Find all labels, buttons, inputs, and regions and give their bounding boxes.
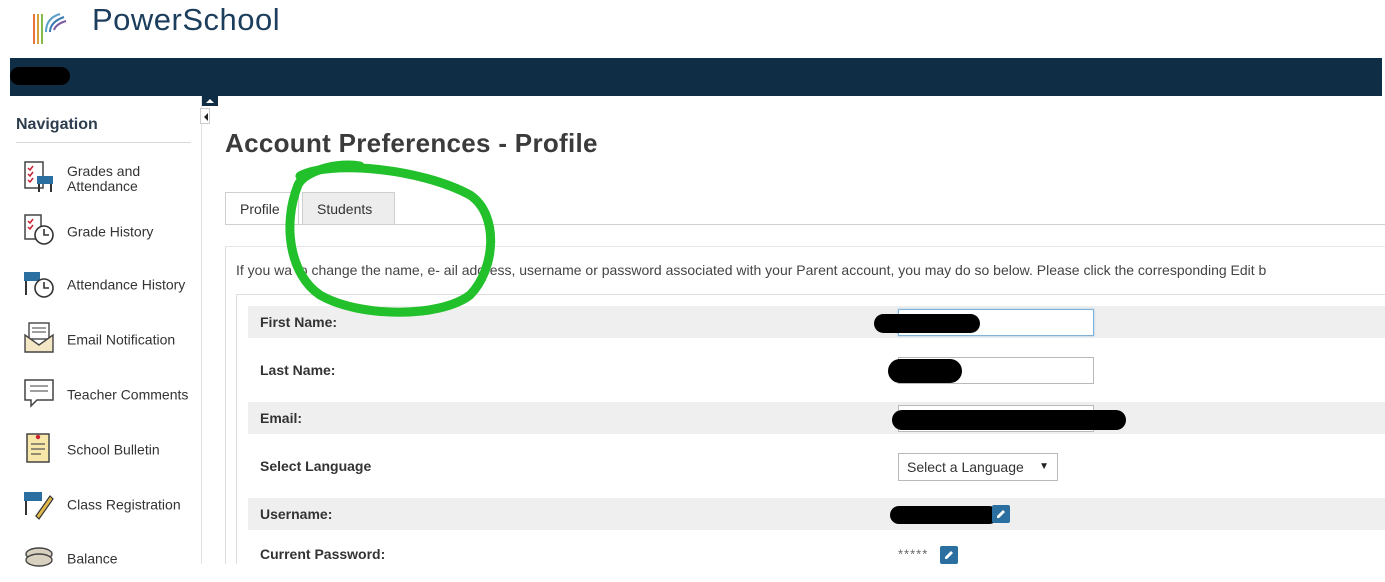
email-label: Email: (260, 410, 303, 426)
sidebar-item-label: Balance (67, 550, 118, 567)
school-bulletin-icon (26, 433, 50, 463)
pencil-icon (997, 510, 1005, 518)
redaction-mark (874, 314, 980, 333)
sidebar-title: Navigation (16, 116, 98, 133)
current-password-row: Current Password: ***** (248, 538, 1385, 570)
sidebar: Navigation Grades and Attendance Grade H… (10, 96, 202, 567)
top-bar (10, 58, 1382, 96)
intro-text: If you wa to change the name, e- ail add… (236, 262, 1267, 278)
sidebar-item-label: Grade History (67, 223, 154, 240)
brand-name: PowerSchool (92, 2, 281, 37)
sidebar-item-class-registration[interactable]: Class Registration (18, 482, 198, 528)
balance-icon (25, 547, 53, 567)
collapse-sidebar-button[interactable] (200, 108, 210, 124)
edit-username-button[interactable] (992, 505, 1010, 523)
language-select[interactable]: Select a Language ▼ (898, 453, 1058, 481)
teacher-comments-icon (24, 379, 54, 408)
sidebar-item-teacher-comments[interactable]: Teacher Comments (18, 372, 198, 418)
header: PowerSchool (0, 0, 1385, 58)
chevron-up-icon (206, 99, 214, 103)
sidebar-item-label: Teacher Comments (67, 386, 189, 403)
chevron-left-icon (204, 113, 208, 121)
last-name-row: Last Name: (248, 354, 1385, 386)
sidebar-item-attendance-history[interactable]: Attendance History (18, 262, 198, 308)
pencil-icon (945, 551, 953, 559)
first-name-label: First Name: (260, 314, 338, 330)
sidebar-item-school-bulletin[interactable]: School Bulletin (18, 427, 198, 473)
sidebar-item-label: School Bulletin (67, 441, 160, 458)
tab-divider (225, 224, 1385, 225)
language-select-value: Select a Language (907, 459, 1024, 475)
sidebar-divider (16, 142, 191, 143)
class-registration-icon (24, 492, 54, 520)
redaction-mark (10, 67, 70, 85)
sidebar-item-grades-attendance[interactable]: Grades and Attendance (18, 156, 198, 202)
sidebar-item-balance[interactable]: Balance (18, 536, 198, 582)
current-password-value: ***** (898, 546, 929, 562)
attendance-history-icon (24, 272, 54, 298)
edit-password-button[interactable] (940, 546, 958, 564)
first-name-row: First Name: (248, 306, 1385, 338)
username-row: Username: (248, 498, 1385, 530)
grade-history-icon (24, 214, 54, 245)
dropdown-arrow-icon: ▼ (1039, 461, 1049, 472)
tab-profile[interactable]: Profile (225, 192, 299, 225)
redaction-mark (890, 506, 998, 524)
email-row: Email: (248, 402, 1385, 434)
sidebar-item-grade-history[interactable]: Grade History (18, 209, 198, 255)
language-row: Select Language Select a Language ▼ (248, 450, 1385, 482)
sidebar-item-label: Email Notification (67, 331, 176, 348)
current-password-label: Current Password: (260, 546, 386, 562)
email-notification-icon (24, 322, 54, 353)
sidebar-item-label: Grades and Attendance (67, 163, 141, 194)
last-name-label: Last Name: (260, 362, 336, 378)
username-label: Username: (260, 506, 333, 522)
redaction-mark (888, 359, 962, 383)
tab-students[interactable]: Students (302, 192, 395, 225)
sidebar-item-email-notification[interactable]: Email Notification (18, 317, 198, 363)
redaction-mark (892, 410, 1126, 430)
powerschool-logo-icon (33, 13, 67, 44)
collapse-up-button[interactable] (202, 94, 218, 106)
grades-attendance-icon (24, 161, 53, 192)
language-label: Select Language (260, 458, 372, 474)
sidebar-item-label: Attendance History (67, 276, 186, 293)
sidebar-item-label: Class Registration (67, 496, 181, 513)
page-title: Account Preferences - Profile (225, 128, 598, 158)
